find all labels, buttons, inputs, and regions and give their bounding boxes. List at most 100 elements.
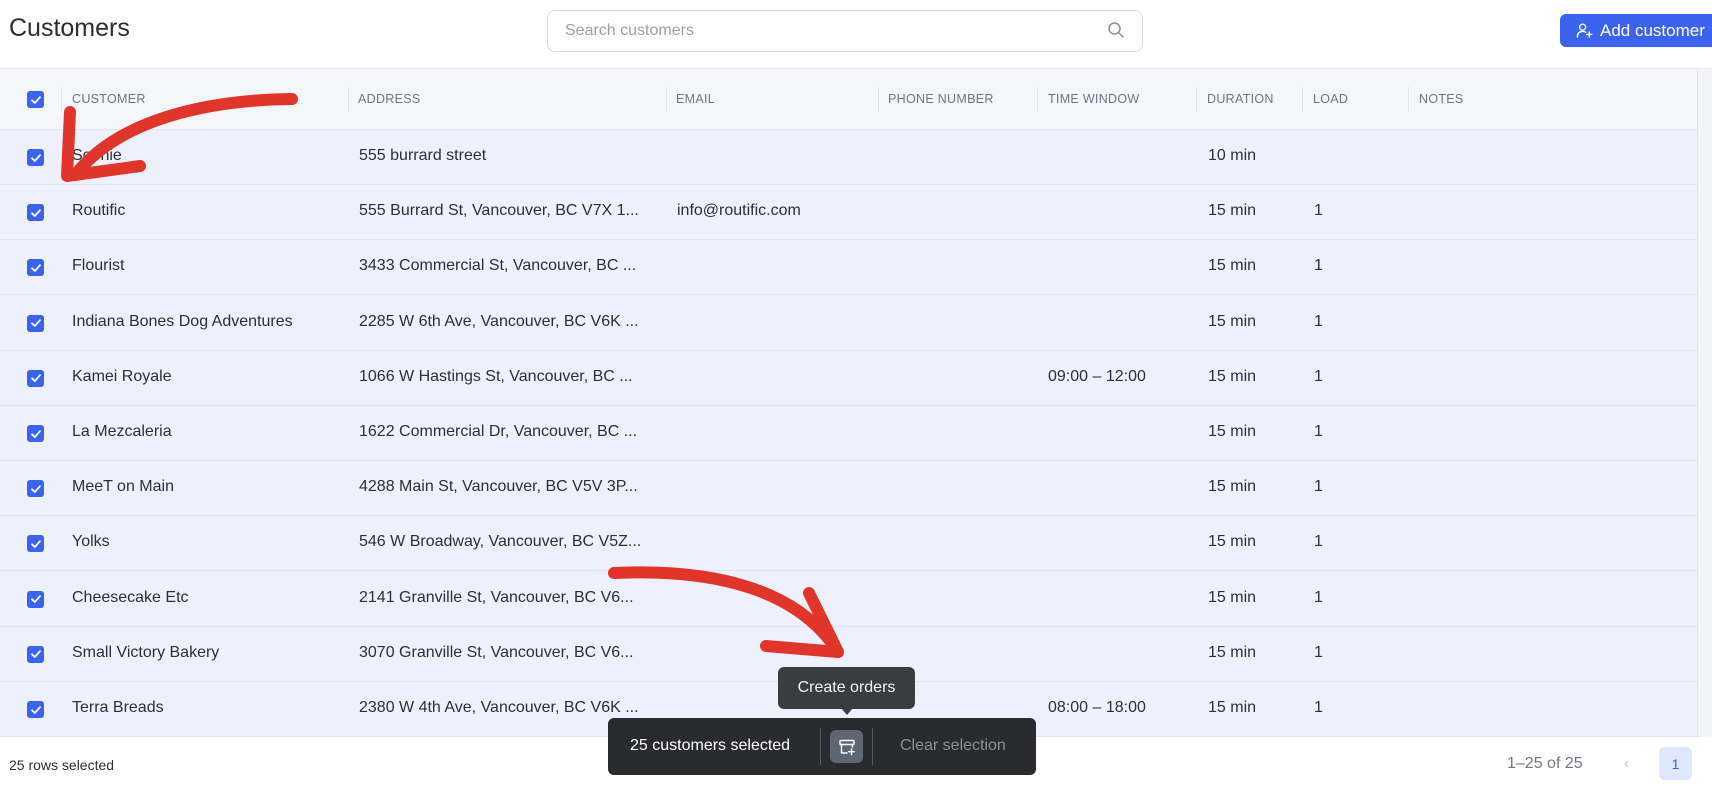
cell-load: 1: [1314, 423, 1323, 440]
table-row[interactable]: MeeT on Main 4288 Main St, Vancouver, BC …: [0, 461, 1697, 517]
cell-customer: Small Victory Bakery: [72, 643, 220, 661]
divider: [820, 728, 821, 765]
user-plus-icon: [1576, 23, 1593, 38]
cell-time-window: 08:00 – 18:00: [1048, 699, 1146, 716]
search-input[interactable]: [547, 10, 1143, 52]
add-customer-label: Add customer: [1600, 20, 1705, 40]
cell-address: 2285 W 6th Ave, Vancouver, BC V6K ...: [359, 312, 639, 330]
cell-load: 1: [1314, 588, 1323, 606]
check-icon: [30, 208, 41, 217]
clear-selection-button[interactable]: Clear selection: [900, 737, 1006, 755]
row-checkbox[interactable]: [27, 259, 44, 277]
add-customer-button[interactable]: Add customer: [1560, 14, 1712, 47]
column-header-email[interactable]: EMAIL: [676, 92, 715, 106]
cell-address: 555 burrard street: [359, 147, 487, 164]
customers-table: CUSTOMER ADDRESS EMAIL PHONE NUMBER TIME…: [0, 69, 1712, 737]
bulk-action-bar: 25 customers selected Clear selection: [608, 718, 1036, 775]
cell-duration: 15 min: [1208, 643, 1257, 661]
check-icon: [30, 595, 41, 603]
check-icon: [30, 705, 41, 714]
tooltip-arrow: [841, 708, 853, 715]
row-checkbox[interactable]: [27, 701, 44, 718]
pagination-prev-button[interactable]: ‹: [1624, 755, 1629, 773]
cell-duration: 15 min: [1208, 588, 1257, 606]
table-row[interactable]: Cheesecake Etc 2141 Granville St, Vancouv…: [0, 571, 1697, 627]
create-orders-tooltip: Create orders: [778, 667, 915, 709]
select-all-checkbox[interactable]: [27, 91, 44, 108]
pagination-page-button[interactable]: 1: [1659, 747, 1692, 780]
column-header-notes[interactable]: NOTES: [1419, 92, 1464, 106]
cell-duration: 15 min: [1208, 312, 1257, 330]
check-icon: [30, 264, 41, 272]
table-row[interactable]: Sophie 555 burrard street 10 min: [0, 130, 1697, 185]
column-header-duration[interactable]: DURATION: [1207, 92, 1274, 106]
cell-duration: 15 min: [1208, 202, 1257, 220]
cell-customer: La Mezcaleria: [72, 423, 172, 440]
cell-address: 2141 Granville St, Vancouver, BC V6...: [359, 588, 634, 606]
table-row[interactable]: Indiana Bones Dog Adventures 2285 W 6th A…: [0, 295, 1697, 351]
cell-load: 1: [1314, 643, 1323, 661]
cell-duration: 15 min: [1208, 533, 1257, 551]
table-header: CUSTOMER ADDRESS EMAIL PHONE NUMBER TIME…: [0, 69, 1697, 130]
selected-count-label: 25 customers selected: [630, 737, 791, 754]
column-header-load[interactable]: LOAD: [1313, 92, 1348, 106]
column-header-phone-number[interactable]: PHONE NUMBER: [888, 92, 994, 106]
row-checkbox[interactable]: [27, 645, 44, 663]
cell-load: 1: [1314, 367, 1323, 385]
cell-address: 4288 Main St, Vancouver, BC V5V 3P...: [359, 478, 638, 496]
check-icon: [30, 650, 41, 659]
search-icon[interactable]: [1107, 21, 1125, 39]
table-row[interactable]: Flourist 3433 Commercial St, Vancouver, B…: [0, 240, 1697, 296]
cell-load: 1: [1314, 478, 1323, 496]
create-orders-icon: [838, 739, 855, 755]
check-icon: [30, 429, 41, 438]
column-header-address[interactable]: ADDRESS: [358, 92, 421, 106]
cell-load: 1: [1314, 533, 1323, 551]
cell-duration: 15 min: [1208, 367, 1257, 385]
cell-address: 3433 Commercial St, Vancouver, BC ...: [359, 257, 637, 275]
pagination-range: 1–25 of 25: [1507, 755, 1583, 772]
page-title: Customers: [9, 14, 130, 42]
cell-duration: 15 min: [1208, 423, 1257, 440]
row-checkbox[interactable]: [27, 535, 44, 553]
cell-address: 1622 Commercial Dr, Vancouver, BC ...: [359, 423, 638, 440]
cell-customer: Terra Breads: [72, 699, 164, 716]
table-row[interactable]: La Mezcaleria 1622 Commercial Dr, Vancouv…: [0, 406, 1697, 461]
cell-customer: Indiana Bones Dog Adventures: [72, 312, 293, 330]
table-row[interactable]: Yolks 546 W Broadway, Vancouver, BC V5Z..…: [0, 516, 1697, 572]
row-checkbox[interactable]: [27, 369, 44, 387]
cell-address: 1066 W Hastings St, Vancouver, BC ...: [359, 367, 633, 385]
check-icon: [30, 540, 41, 548]
row-checkbox[interactable]: [27, 480, 44, 498]
cell-duration: 10 min: [1208, 147, 1257, 164]
column-header-customer[interactable]: CUSTOMER: [72, 92, 146, 106]
check-icon: [30, 374, 41, 383]
divider: [872, 728, 873, 765]
top-bar: Customers Add customer: [0, 0, 1712, 69]
row-checkbox[interactable]: [27, 149, 44, 166]
cell-load: 1: [1314, 202, 1323, 220]
cell-duration: 15 min: [1208, 478, 1257, 496]
rows-selected-count: 25 rows selected: [9, 757, 115, 773]
cell-address: 3070 Granville St, Vancouver, BC V6...: [359, 643, 634, 661]
cell-email: info@routific.com: [677, 202, 801, 220]
check-icon: [30, 95, 41, 104]
create-orders-button[interactable]: [830, 730, 863, 763]
check-icon: [30, 319, 41, 327]
cell-address: 555 Burrard St, Vancouver, BC V7X 1...: [359, 202, 639, 220]
row-checkbox[interactable]: [27, 590, 44, 608]
vertical-scrollbar[interactable]: [1697, 69, 1712, 737]
cell-load: 1: [1314, 257, 1323, 275]
column-header-time-window[interactable]: TIME WINDOW: [1048, 92, 1139, 106]
row-checkbox[interactable]: [27, 204, 44, 222]
cell-customer: Flourist: [72, 257, 125, 275]
cell-address: 546 W Broadway, Vancouver, BC V5Z...: [359, 533, 642, 551]
row-checkbox[interactable]: [27, 425, 44, 442]
cell-customer: MeeT on Main: [72, 478, 174, 496]
table-row[interactable]: Routific 555 Burrard St, Vancouver, BC V7…: [0, 185, 1697, 241]
cell-customer: Routific: [72, 202, 126, 220]
cell-customer: Cheesecake Etc: [72, 588, 189, 606]
row-checkbox[interactable]: [27, 314, 44, 332]
table-row[interactable]: Kamei Royale 1066 W Hastings St, Vancouve…: [0, 350, 1697, 406]
cell-duration: 15 min: [1208, 257, 1257, 275]
